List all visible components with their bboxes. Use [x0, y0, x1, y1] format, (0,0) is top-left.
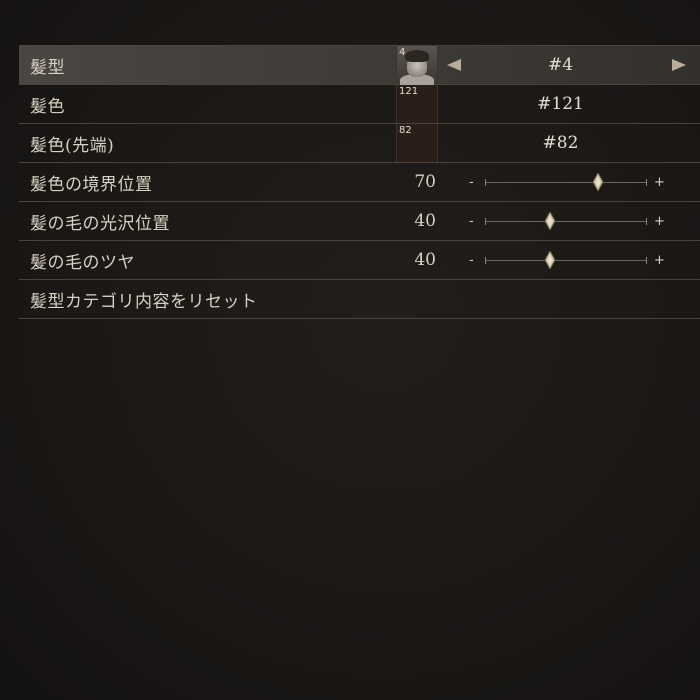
hair-color-swatch-number: 121	[399, 86, 419, 97]
hair-tip-color-label: 髪色(先端)	[30, 135, 115, 156]
color-boundary-increase[interactable]: +	[654, 175, 665, 190]
hair-shine-slider[interactable]	[485, 251, 647, 269]
arrow-left-icon[interactable]	[447, 59, 461, 71]
hairstyle-selector[interactable]: #4	[437, 46, 700, 84]
hairstyle-label: 髪型	[30, 57, 65, 78]
reset-hairstyle-row[interactable]: 髪型カテゴリ内容をリセット	[19, 280, 700, 319]
hair-color-value: #121	[537, 94, 584, 114]
hair-shine-value: 40	[414, 250, 436, 270]
hair-tip-color-value: #82	[542, 133, 579, 153]
hair-shine-increase[interactable]: +	[654, 253, 665, 268]
portrait-hair	[405, 50, 429, 62]
hair-shine-decrease[interactable]: -	[469, 253, 474, 268]
arrow-right-icon[interactable]	[672, 59, 686, 71]
hairstyle-preview-thumbnail: 4	[396, 46, 438, 86]
gloss-position-slider[interactable]	[485, 212, 647, 230]
gloss-position-label: 髪の毛の光沢位置	[30, 213, 170, 234]
color-boundary-slider[interactable]	[485, 173, 647, 191]
hair-shine-row[interactable]: 髪の毛のツヤ 40 - +	[19, 241, 700, 280]
hair-color-label: 髪色	[30, 96, 65, 117]
color-boundary-row[interactable]: 髪色の境界位置 70 - +	[19, 163, 700, 202]
diamond-thumb-icon[interactable]	[544, 212, 555, 230]
hair-settings-menu: 髪型 4 #4 髪色 121 #121 髪色(先端) 82 #82 髪色の境界位…	[19, 45, 700, 319]
hair-shine-label: 髪の毛のツヤ	[30, 252, 135, 273]
gloss-position-decrease[interactable]: -	[469, 214, 474, 229]
hairstyle-value: #4	[547, 55, 574, 75]
hair-tip-color-row[interactable]: 髪色(先端) 82 #82	[19, 124, 700, 163]
hairstyle-row[interactable]: 髪型 4 #4	[19, 45, 700, 86]
gloss-position-increase[interactable]: +	[654, 214, 665, 229]
diamond-thumb-icon[interactable]	[544, 251, 555, 269]
gloss-position-value: 40	[414, 211, 436, 231]
hair-tip-color-value-box[interactable]: #82	[437, 124, 700, 162]
gloss-position-row[interactable]: 髪の毛の光沢位置 40 - +	[19, 202, 700, 241]
hair-color-value-box[interactable]: #121	[437, 85, 700, 123]
color-boundary-value: 70	[414, 172, 436, 192]
hair-tip-color-swatch: 82	[396, 124, 438, 162]
diamond-thumb-icon[interactable]	[593, 173, 604, 191]
hair-color-row[interactable]: 髪色 121 #121	[19, 85, 700, 124]
color-boundary-decrease[interactable]: -	[469, 175, 474, 190]
color-boundary-label: 髪色の境界位置	[30, 174, 153, 195]
hair-color-swatch: 121	[396, 85, 438, 123]
hair-tip-color-swatch-number: 82	[399, 125, 412, 136]
reset-hairstyle-label: 髪型カテゴリ内容をリセット	[30, 291, 258, 312]
